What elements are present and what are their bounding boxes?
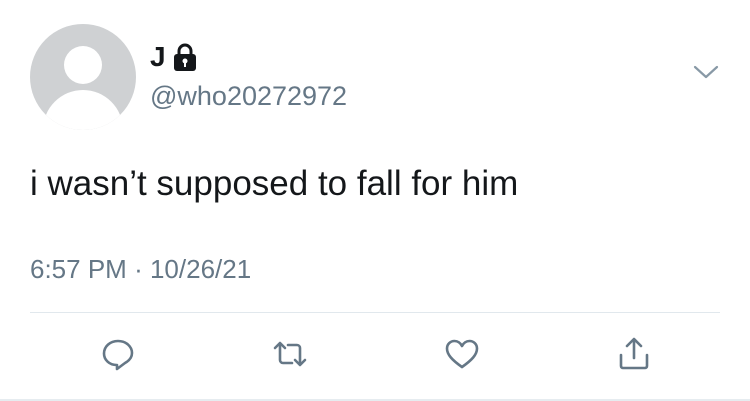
tweet-time[interactable]: 6:57 PM	[30, 254, 127, 284]
divider	[30, 312, 720, 313]
retweet-icon	[272, 336, 308, 377]
avatar-body	[43, 90, 123, 130]
user-handle[interactable]: @who20272972	[150, 81, 347, 111]
avatar-head	[64, 46, 102, 84]
chevron-down-icon[interactable]	[692, 62, 720, 82]
reply-icon	[100, 336, 136, 377]
share-button[interactable]	[614, 336, 654, 376]
retweet-button[interactable]	[270, 336, 310, 376]
like-button[interactable]	[442, 336, 482, 376]
meta-separator: ·	[134, 254, 143, 284]
reply-button[interactable]	[98, 336, 138, 376]
tweet-card: J @who20272972 i wasn’t supposed to fall…	[0, 0, 750, 401]
tweet-meta: 6:57 PM · 10/26/21	[30, 254, 251, 284]
tweet-date[interactable]: 10/26/21	[150, 254, 251, 284]
share-icon	[616, 336, 652, 377]
heart-icon	[444, 336, 480, 377]
display-name[interactable]: J	[150, 42, 166, 72]
name-row: J	[150, 42, 198, 72]
avatar[interactable]	[30, 24, 136, 130]
lock-icon	[172, 42, 198, 72]
tweet-text: i wasn’t supposed to fall for him	[30, 164, 519, 203]
